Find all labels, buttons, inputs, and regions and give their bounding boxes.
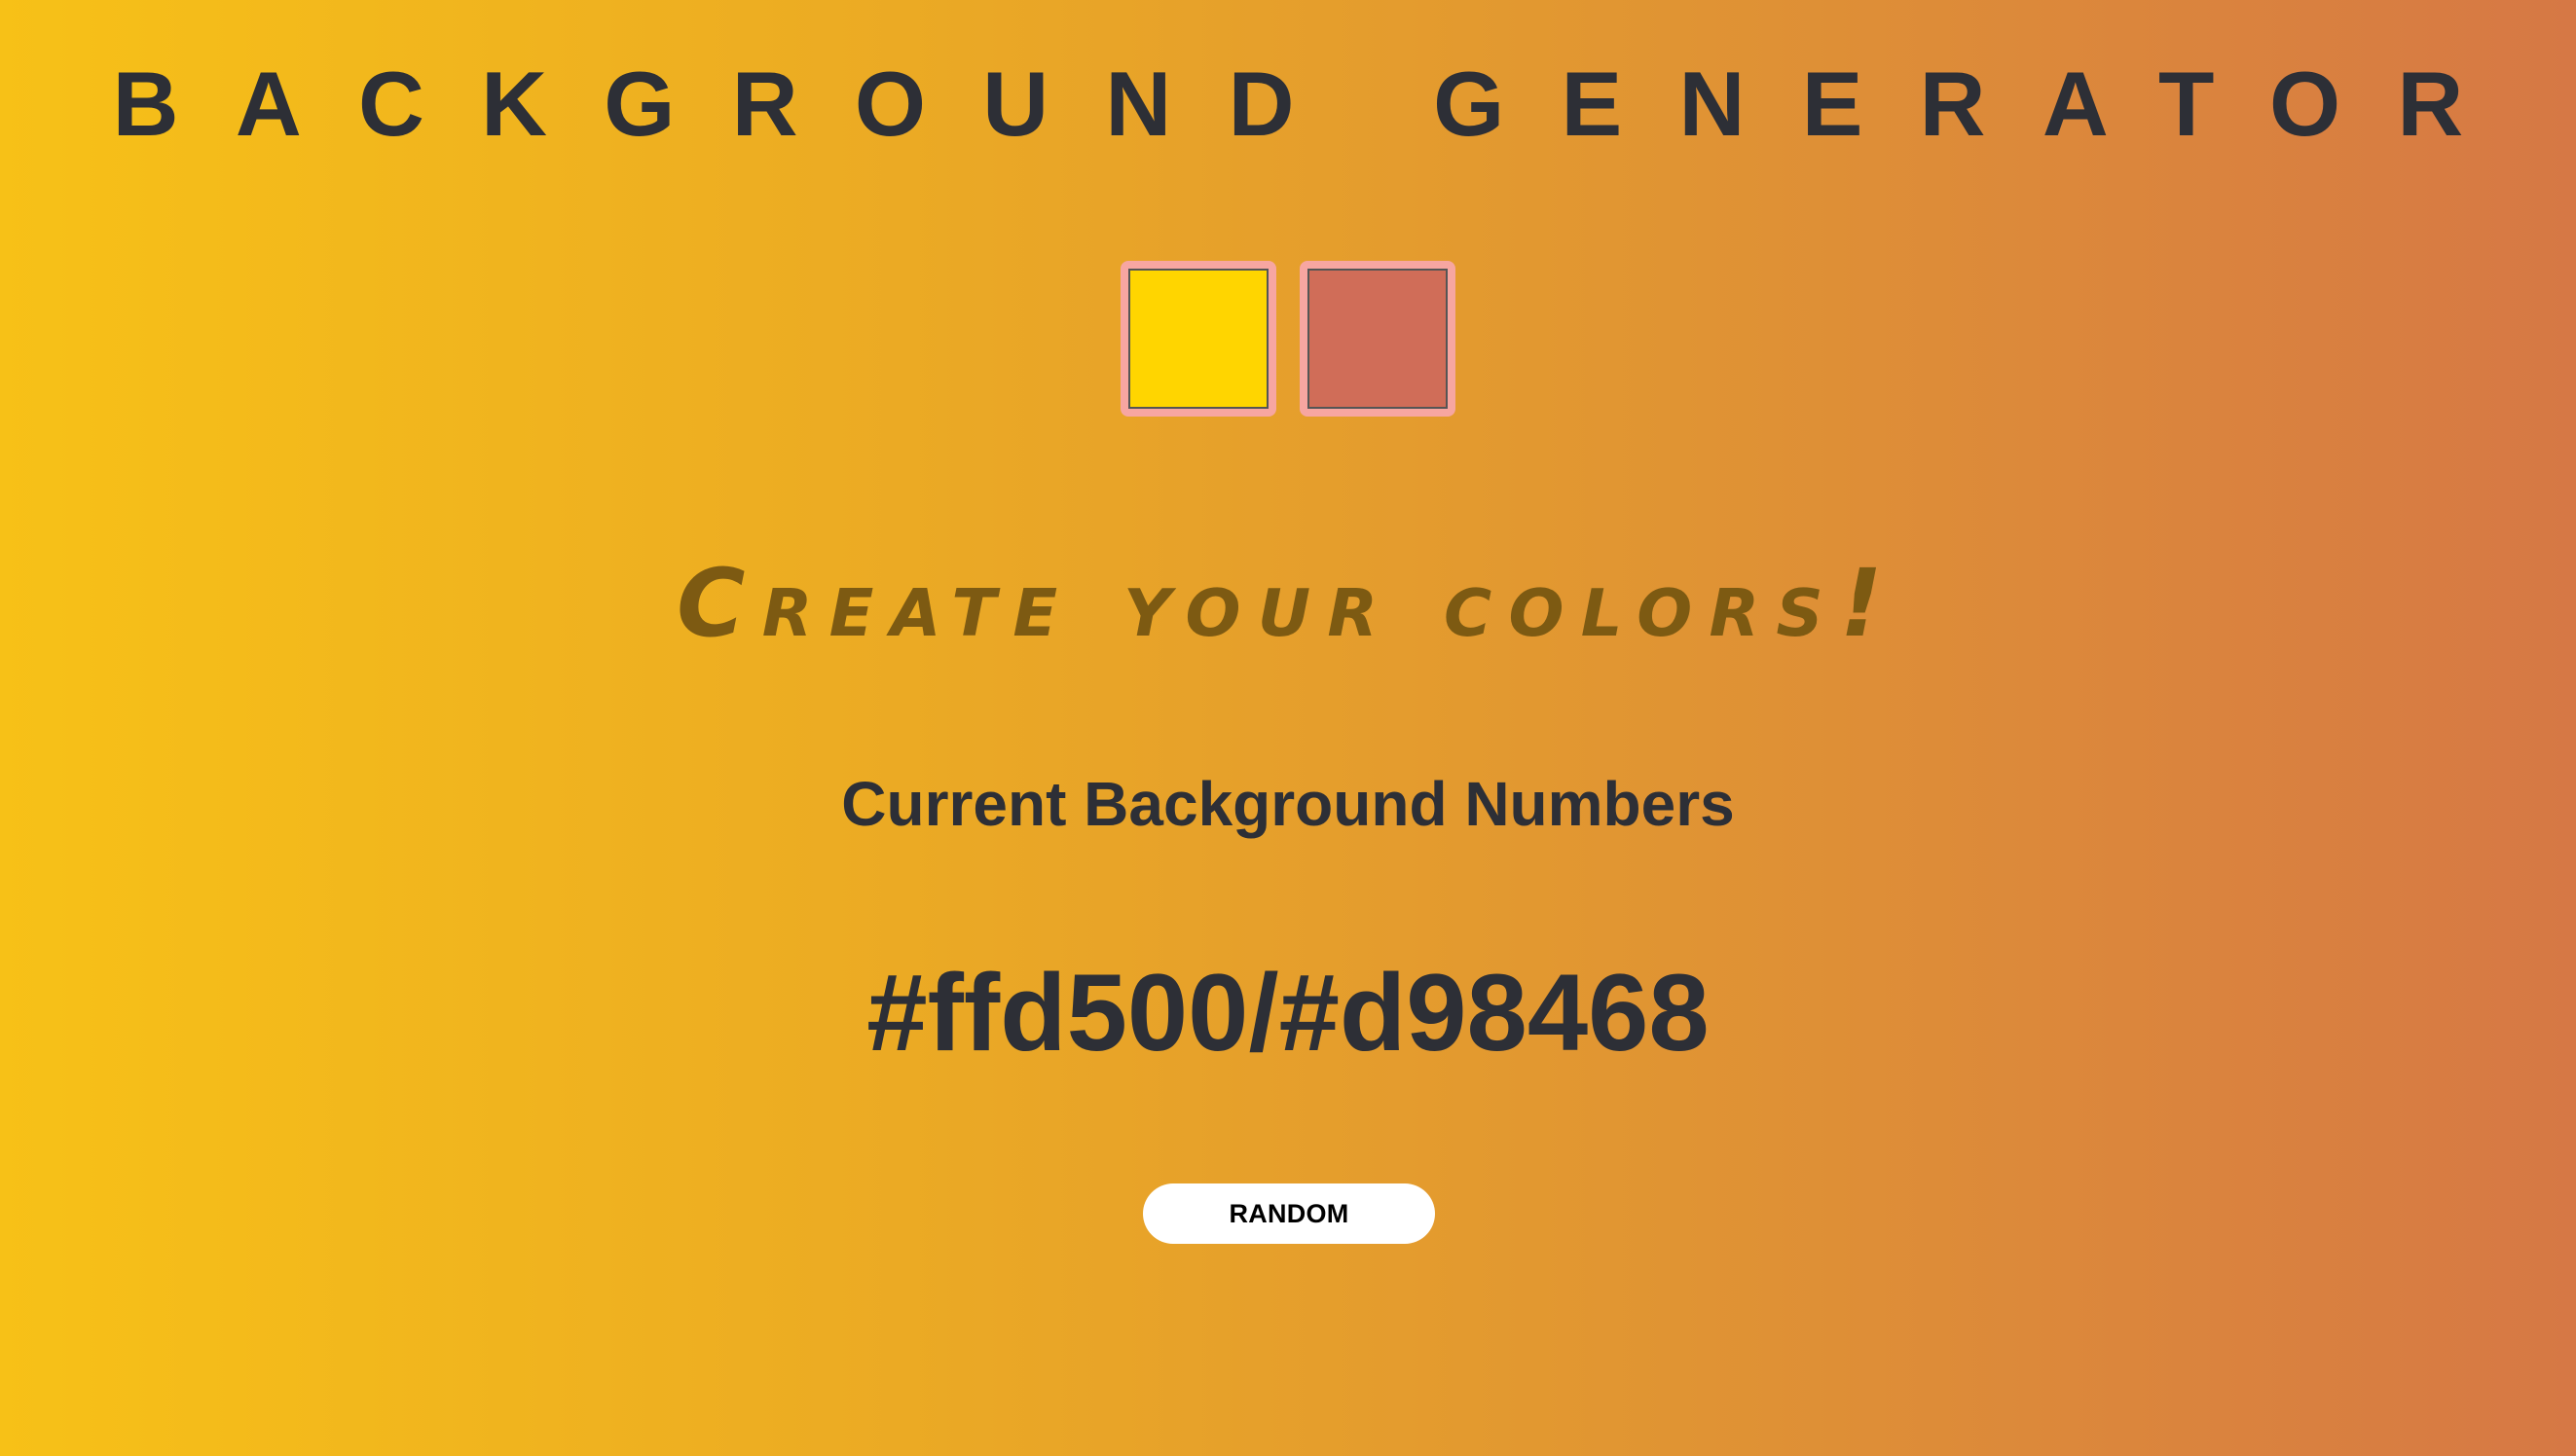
color-pickers [0,261,2576,417]
color-swatch-2 [1307,269,1448,409]
current-background-heading: Current Background Numbers [841,769,1735,839]
tagline: Create your colors! [677,549,1899,658]
color-picker-1[interactable] [1121,261,1276,417]
color-picker-2[interactable] [1300,261,1455,417]
current-background-values: #ffd500/#d98468 [866,952,1710,1074]
random-button[interactable]: RANDOM [1143,1183,1435,1244]
page-title: BACKGROUND GENERATOR [112,53,2521,155]
color-swatch-1 [1128,269,1269,409]
